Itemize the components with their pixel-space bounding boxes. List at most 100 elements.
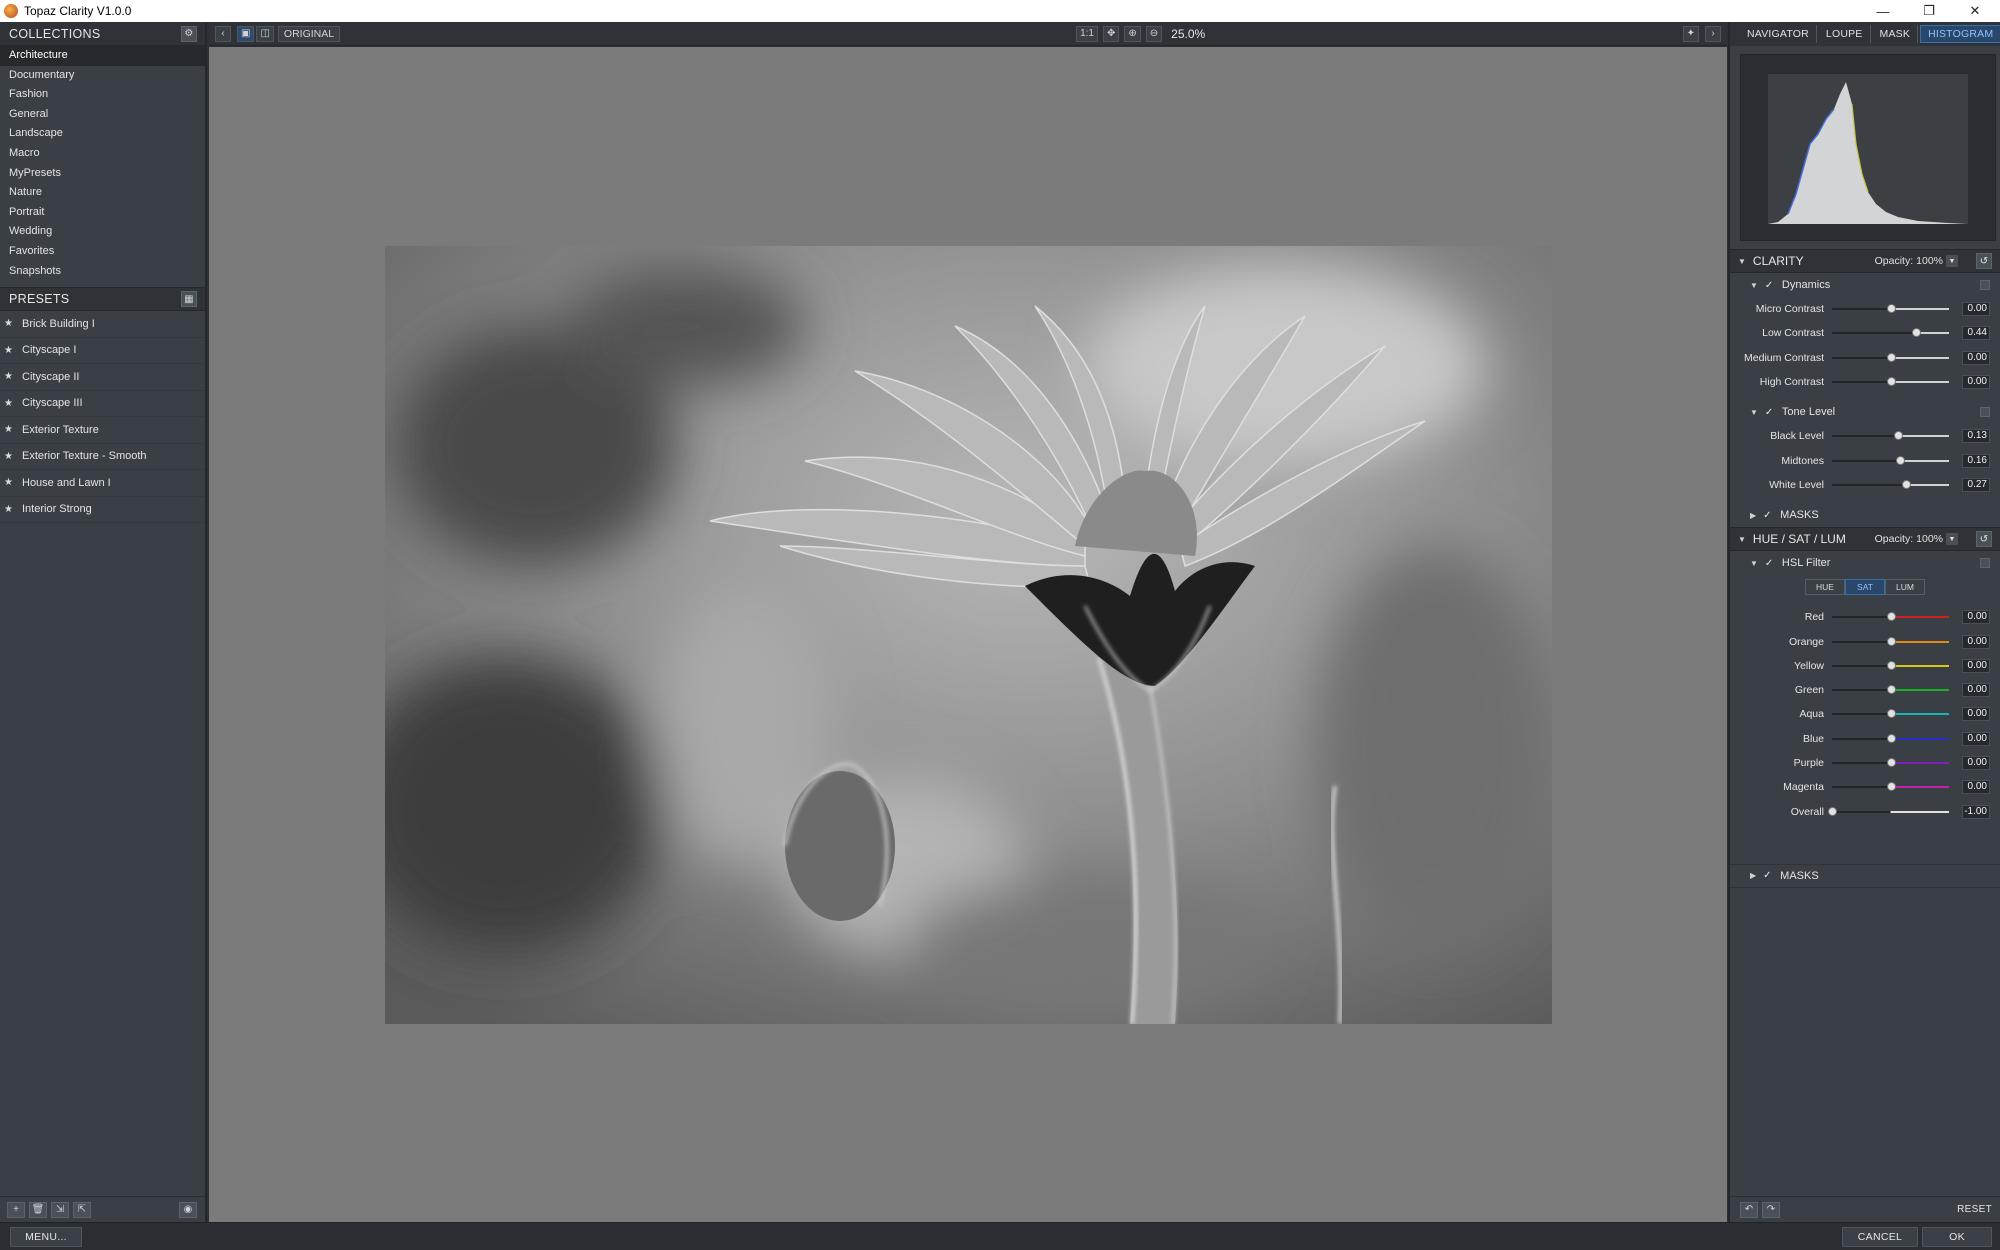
collection-item[interactable]: Documentary xyxy=(0,66,205,86)
slider-row[interactable]: Orange 0.00 xyxy=(1730,629,2000,653)
slider-track[interactable] xyxy=(1832,758,1949,767)
presets-grid-view-icon[interactable]: ▦ xyxy=(181,291,197,308)
preset-item[interactable]: ★ Cityscape III xyxy=(0,391,205,418)
preset-item[interactable]: ★ Brick Building I xyxy=(0,311,205,338)
slider-row[interactable]: White Level 0.27 xyxy=(1730,473,2000,497)
tab-mask[interactable]: MASK xyxy=(1873,25,1919,43)
slider-value-field[interactable]: 0.00 xyxy=(1962,683,1990,698)
slider-value-field[interactable]: 0.00 xyxy=(1962,610,1990,625)
collapse-triangle-icon[interactable]: ▼ xyxy=(1750,281,1758,290)
hsl-section-header[interactable]: ▼ HUE / SAT / LUM Opacity: 100% ▼ ↺ xyxy=(1730,527,2000,552)
add-preset-plus-icon[interactable]: + xyxy=(7,1201,25,1218)
slider-knob[interactable] xyxy=(1886,612,1896,622)
menu-button[interactable]: MENU... xyxy=(10,1226,82,1247)
original-button[interactable]: ORIGINAL xyxy=(277,25,341,42)
slider-track[interactable] xyxy=(1832,612,1949,622)
slider-knob[interactable] xyxy=(1886,685,1896,695)
star-icon[interactable]: ★ xyxy=(4,504,16,515)
restore-icon[interactable]: ❐ xyxy=(1906,0,1952,22)
expand-triangle-icon[interactable]: ▶ xyxy=(1750,511,1756,520)
slider-knob[interactable] xyxy=(1886,636,1896,646)
slider-track[interactable] xyxy=(1832,377,1949,387)
tab-loupe[interactable]: LOUPE xyxy=(1819,25,1871,43)
slider-knob[interactable] xyxy=(1886,377,1896,387)
slider-value-field[interactable]: 0.00 xyxy=(1962,350,1990,365)
slider-row[interactable]: Aqua 0.00 xyxy=(1730,702,2000,726)
slider-track[interactable] xyxy=(1832,709,1949,719)
slider-row[interactable]: Green 0.00 xyxy=(1730,678,2000,702)
collection-item[interactable]: Favorites xyxy=(0,242,205,262)
slider-knob[interactable] xyxy=(1894,431,1904,441)
masks-checkbox-check-icon[interactable]: ✓ xyxy=(1763,510,1774,521)
collection-item[interactable]: General xyxy=(0,105,205,125)
collections-settings-gear-icon[interactable]: ⚙ xyxy=(181,25,197,42)
slider-track[interactable] xyxy=(1832,479,1949,489)
hsl-mode-hue[interactable]: HUE xyxy=(1805,579,1845,596)
slider-value-field[interactable]: 0.00 xyxy=(1962,302,1990,317)
slider-track[interactable] xyxy=(1832,782,1949,792)
collection-item[interactable]: Fashion xyxy=(0,85,205,105)
hsl-mode-lum[interactable]: LUM xyxy=(1885,579,1925,596)
slider-row[interactable]: Midtones 0.16 xyxy=(1730,448,2000,472)
slider-track[interactable] xyxy=(1832,328,1949,338)
actual-size-1to1-icon[interactable]: 1:1 xyxy=(1076,25,1098,42)
slider-knob[interactable] xyxy=(1895,455,1905,465)
back-chevron-left-icon[interactable]: ‹ xyxy=(215,25,231,42)
slider-knob[interactable] xyxy=(1828,806,1837,816)
star-icon[interactable]: ★ xyxy=(4,318,16,329)
tone-level-header[interactable]: ▼ ✓ Tone Level xyxy=(1730,400,2000,424)
forward-chevron-right-icon[interactable]: › xyxy=(1705,25,1721,42)
ok-button[interactable]: OK xyxy=(1922,1226,1992,1247)
collection-item[interactable]: Architecture xyxy=(0,46,205,66)
clarity-opacity[interactable]: Opacity: 100% ▼ xyxy=(1875,255,1958,267)
tone-checkbox-check-icon[interactable]: ✓ xyxy=(1765,407,1776,418)
slider-track[interactable] xyxy=(1832,636,1949,646)
collection-item[interactable]: Snapshots xyxy=(0,262,205,282)
star-icon[interactable]: ★ xyxy=(4,424,16,435)
dynamics-header[interactable]: ▼ ✓ Dynamics xyxy=(1730,273,2000,297)
chevron-down-icon[interactable]: ▼ xyxy=(1946,533,1958,546)
collection-item[interactable]: MyPresets xyxy=(0,164,205,184)
slider-row[interactable]: High Contrast 0.00 xyxy=(1730,370,2000,394)
redo-icon[interactable]: ↷ xyxy=(1762,1201,1780,1218)
tab-histogram[interactable]: HISTOGRAM xyxy=(1920,25,2000,43)
slider-track[interactable] xyxy=(1832,685,1949,695)
slider-knob[interactable] xyxy=(1886,709,1896,719)
split-view-icon[interactable]: ◫ xyxy=(256,25,274,42)
slider-knob[interactable] xyxy=(1886,304,1896,314)
preview-photo[interactable] xyxy=(385,246,1552,1024)
hsl-masks-header[interactable]: ▶ ✓ MASKS xyxy=(1730,863,2000,888)
star-icon[interactable]: ★ xyxy=(4,451,16,462)
preset-item[interactable]: ★ House and Lawn I xyxy=(0,470,205,497)
pin-icon[interactable]: ✦ xyxy=(1682,25,1699,42)
clarity-section-header[interactable]: ▼ CLARITY Opacity: 100% ▼ ↺ xyxy=(1730,249,2000,273)
slider-track[interactable] xyxy=(1832,352,1949,362)
collection-item[interactable]: Landscape xyxy=(0,124,205,144)
expand-triangle-icon[interactable]: ▶ xyxy=(1750,871,1756,880)
slider-knob[interactable] xyxy=(1886,733,1896,743)
single-view-icon[interactable]: ▣ xyxy=(237,25,255,42)
slider-value-field[interactable]: 0.00 xyxy=(1962,707,1990,722)
minimize-icon[interactable]: — xyxy=(1860,0,1906,22)
clarity-masks-header[interactable]: ▶ ✓ MASKS xyxy=(1730,503,2000,527)
slider-track[interactable] xyxy=(1832,304,1949,314)
slider-knob[interactable] xyxy=(1912,328,1922,338)
collection-item[interactable]: Nature xyxy=(0,183,205,203)
slider-knob[interactable] xyxy=(1886,352,1896,362)
export-icon[interactable]: ⇱ xyxy=(73,1201,91,1218)
cancel-button[interactable]: CANCEL xyxy=(1842,1226,1918,1247)
collection-item[interactable]: Wedding xyxy=(0,222,205,242)
close-icon[interactable]: ✕ xyxy=(1952,0,1998,22)
reset-button[interactable]: RESET xyxy=(1957,1204,1992,1215)
collection-item[interactable]: Macro xyxy=(0,144,205,164)
slider-row[interactable]: Purple 0.00 xyxy=(1730,751,2000,775)
collapse-triangle-icon[interactable]: ▼ xyxy=(1738,535,1746,544)
slider-value-field[interactable]: -1.00 xyxy=(1962,804,1990,819)
chevron-down-icon[interactable]: ▼ xyxy=(1946,255,1958,267)
slider-knob[interactable] xyxy=(1886,782,1896,792)
preset-item[interactable]: ★ Exterior Texture xyxy=(0,417,205,444)
slider-track[interactable] xyxy=(1832,733,1949,743)
slider-value-field[interactable]: 0.00 xyxy=(1962,658,1990,673)
slider-row[interactable]: Red 0.00 xyxy=(1730,605,2000,629)
slider-value-field[interactable]: 0.00 xyxy=(1962,756,1990,770)
